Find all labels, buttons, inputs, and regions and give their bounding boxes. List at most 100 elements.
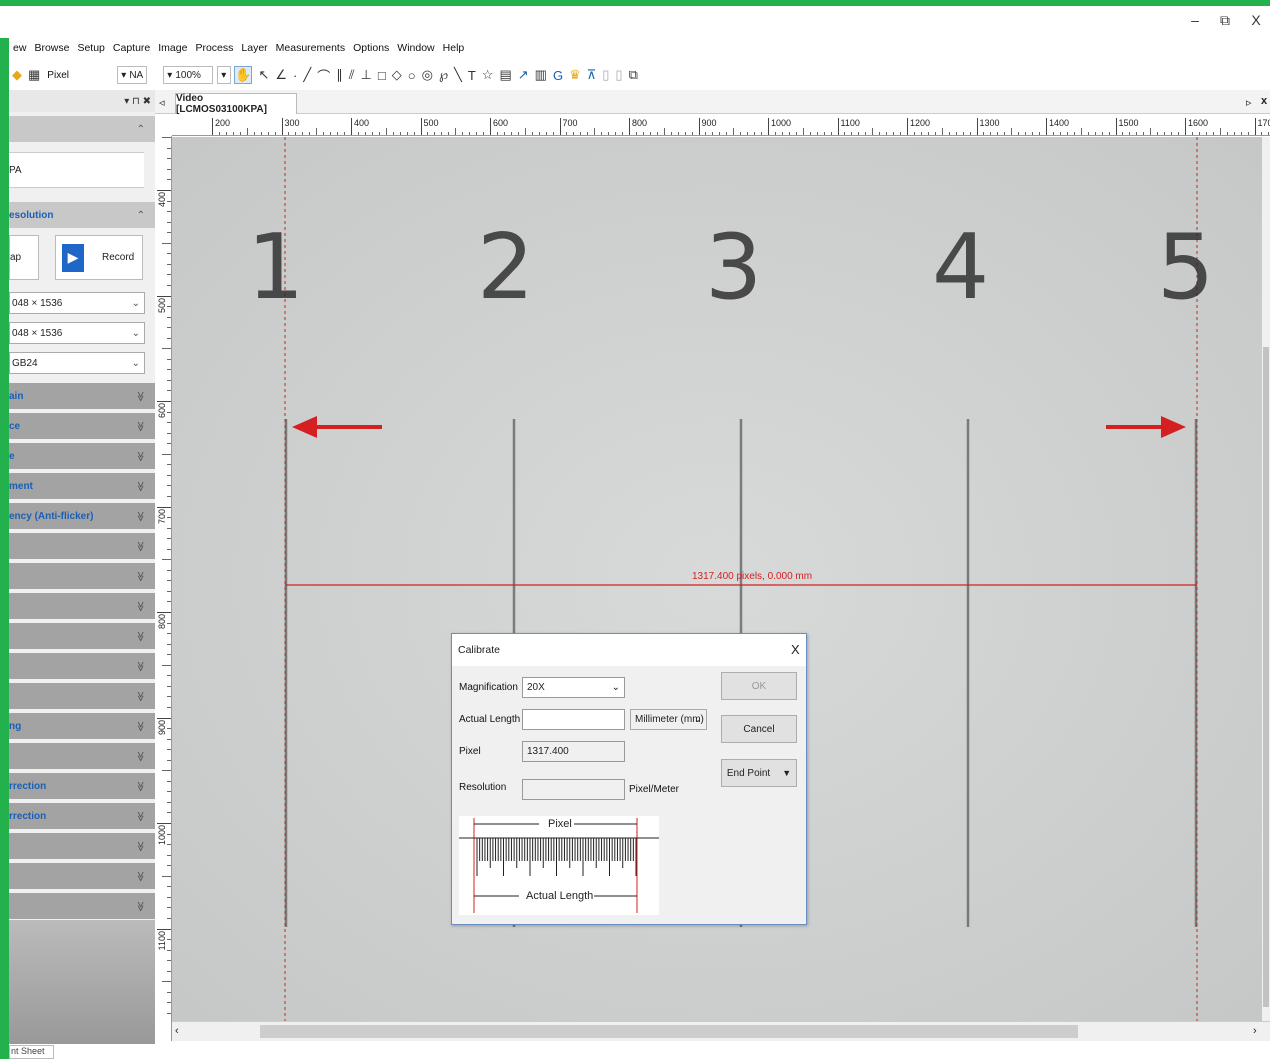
menu-item[interactable]: Process (191, 42, 237, 54)
export-icon[interactable]: ♛ (569, 67, 581, 83)
vertical-scrollbar[interactable] (1262, 137, 1270, 1021)
window-icon[interactable]: ⧉ (629, 67, 638, 83)
panel-section[interactable]: ≫ (9, 683, 155, 709)
tab-scroll-left-icon[interactable]: ◃ (159, 96, 165, 109)
copy-icon[interactable]: ▯ (602, 67, 609, 83)
panel-section[interactable]: ≫ (9, 743, 155, 769)
panel-pin-icons[interactable]: ▾ ⊓ ✖ (124, 96, 151, 107)
tab-scroll-right-icon[interactable]: ▹ (1246, 96, 1252, 109)
expand-icon[interactable]: ≫ (134, 871, 145, 881)
record-button[interactable]: ▶ Record (55, 235, 143, 280)
expand-icon[interactable]: ≫ (134, 841, 145, 851)
ok-button[interactable]: OK (721, 672, 797, 700)
expand-icon[interactable]: ≫ (134, 481, 145, 491)
menu-item[interactable]: Options (349, 42, 393, 54)
scroll-left-icon[interactable]: ‹ (175, 1025, 179, 1037)
measurement-label[interactable]: 1317.400 pixels, 0.000 mm (692, 571, 812, 582)
measurement-sheet-tab[interactable]: nt Sheet (9, 1045, 54, 1059)
parallel-icon[interactable]: ∥ (336, 67, 343, 83)
expand-icon[interactable]: ≫ (134, 721, 145, 731)
actual-length-input[interactable] (522, 709, 625, 730)
panel-section[interactable]: ng ≫ (9, 713, 155, 739)
camera-section[interactable]: ⌃ (9, 116, 155, 142)
menu-item[interactable]: Help (439, 42, 469, 54)
magnification-select[interactable]: 20X ⌄ (522, 677, 625, 698)
end-point-button[interactable]: End Point ▼ (721, 759, 797, 787)
panel-section[interactable]: ce ≫ (9, 413, 155, 439)
panel-section[interactable]: ment ≫ (9, 473, 155, 499)
arc-icon[interactable]: ⌒ (317, 66, 330, 85)
grid-icon[interactable]: ▦ (28, 67, 40, 83)
panel-section[interactable]: ain ≫ (9, 383, 155, 409)
scroll-right-icon[interactable]: › (1253, 1025, 1257, 1037)
menu-item[interactable]: Measurements (272, 42, 349, 54)
close-tab-icon[interactable]: x (1261, 95, 1267, 107)
panel-section[interactable]: rrection ≫ (9, 773, 155, 799)
unit-select[interactable]: Millimeter (mm) ⌄ (630, 709, 707, 730)
menu-item[interactable]: Browse (30, 42, 73, 54)
panel-section[interactable]: ≫ (9, 653, 155, 679)
zoom-dropdown[interactable]: ▾ 100% (163, 66, 214, 84)
menu-item[interactable]: Window (393, 42, 438, 54)
camera-name[interactable]: PA (9, 152, 144, 188)
panel-section[interactable]: ency (Anti-flicker) ≫ (9, 503, 155, 529)
snap-button[interactable]: ap (9, 235, 39, 280)
scale-bar-icon[interactable]: ▤ (499, 67, 511, 83)
paste-icon[interactable]: ▯ (615, 67, 622, 83)
minimize-button[interactable]: – (1185, 12, 1205, 28)
expand-icon[interactable]: ≫ (134, 451, 145, 461)
expand-icon[interactable]: ≫ (134, 661, 145, 671)
align-icon[interactable]: ⊼ (587, 67, 597, 83)
menu-item[interactable]: ew (9, 42, 30, 54)
panel-section[interactable]: rrection ≫ (9, 803, 155, 829)
horizontal-scrollbar[interactable]: ‹ › (172, 1021, 1270, 1041)
collapse-icon[interactable]: ⌃ (137, 124, 145, 135)
panel-section[interactable]: ≫ (9, 623, 155, 649)
collapse-icon[interactable]: ⌃ (137, 210, 145, 221)
snap-resolution-select[interactable]: 048 × 1536 ⌄ (9, 322, 145, 344)
circle-icon[interactable]: ○ (408, 68, 416, 83)
text-icon[interactable]: T (468, 68, 476, 83)
expand-icon[interactable]: ≫ (134, 421, 145, 431)
resolution-select[interactable]: 048 × 1536 ⌄ (9, 292, 145, 314)
format-select[interactable]: GB24 ⌄ (9, 352, 145, 374)
dialog-close-button[interactable]: X (791, 642, 800, 657)
panel-section[interactable]: e ≫ (9, 443, 155, 469)
expand-icon[interactable]: ≫ (134, 601, 145, 611)
menu-item[interactable]: Layer (237, 42, 271, 54)
annulus-icon[interactable]: ◎ (422, 67, 433, 83)
menu-item[interactable]: Setup (73, 42, 108, 54)
vertical-scroll-thumb[interactable] (1263, 347, 1269, 1007)
star-icon[interactable]: ☆ (482, 67, 494, 83)
expand-icon[interactable]: ≫ (134, 571, 145, 581)
curve-icon[interactable]: ╲ (454, 67, 462, 83)
close-window-button[interactable]: X (1246, 12, 1266, 28)
perpendicular-icon[interactable]: ⊥ (361, 67, 372, 83)
expand-icon[interactable]: ≫ (134, 511, 145, 521)
expand-icon[interactable]: ≫ (134, 541, 145, 551)
panel-section[interactable]: ≫ (9, 863, 155, 889)
expand-icon[interactable]: ≫ (134, 751, 145, 761)
tab-video[interactable]: Video [LCMOS03100KPA] (175, 93, 297, 115)
expand-icon[interactable]: ≫ (134, 781, 145, 791)
polygon-icon[interactable]: ℘ (439, 67, 448, 83)
hand-tool-icon[interactable]: ✋ (234, 66, 253, 84)
menu-item[interactable]: Image (154, 42, 191, 54)
angle-icon[interactable]: ∠ (275, 67, 287, 83)
horizontal-scroll-thumb[interactable] (260, 1025, 1078, 1038)
multi-line-icon[interactable]: ⫽ (349, 67, 355, 83)
menu-item[interactable]: Capture (109, 42, 154, 54)
chart-icon[interactable]: ▥ (535, 67, 547, 83)
arrow-icon[interactable]: ↗ (518, 67, 529, 83)
folder-icon[interactable]: ◆ (12, 67, 22, 83)
panel-section[interactable]: ≫ (9, 833, 155, 859)
select-arrow-icon[interactable]: ↖ (258, 67, 269, 83)
expand-icon[interactable]: ≫ (134, 691, 145, 701)
resolution-section[interactable]: esolution ⌃ (9, 202, 155, 228)
panel-section[interactable]: ≫ (9, 563, 155, 589)
expand-icon[interactable]: ≫ (134, 631, 145, 641)
restore-button[interactable]: ⧉ (1215, 12, 1235, 29)
panel-section[interactable]: ≫ (9, 893, 155, 919)
unit-dropdown[interactable]: ▾ NA (117, 66, 148, 84)
zoom-arrow[interactable]: ▾ (217, 66, 232, 84)
